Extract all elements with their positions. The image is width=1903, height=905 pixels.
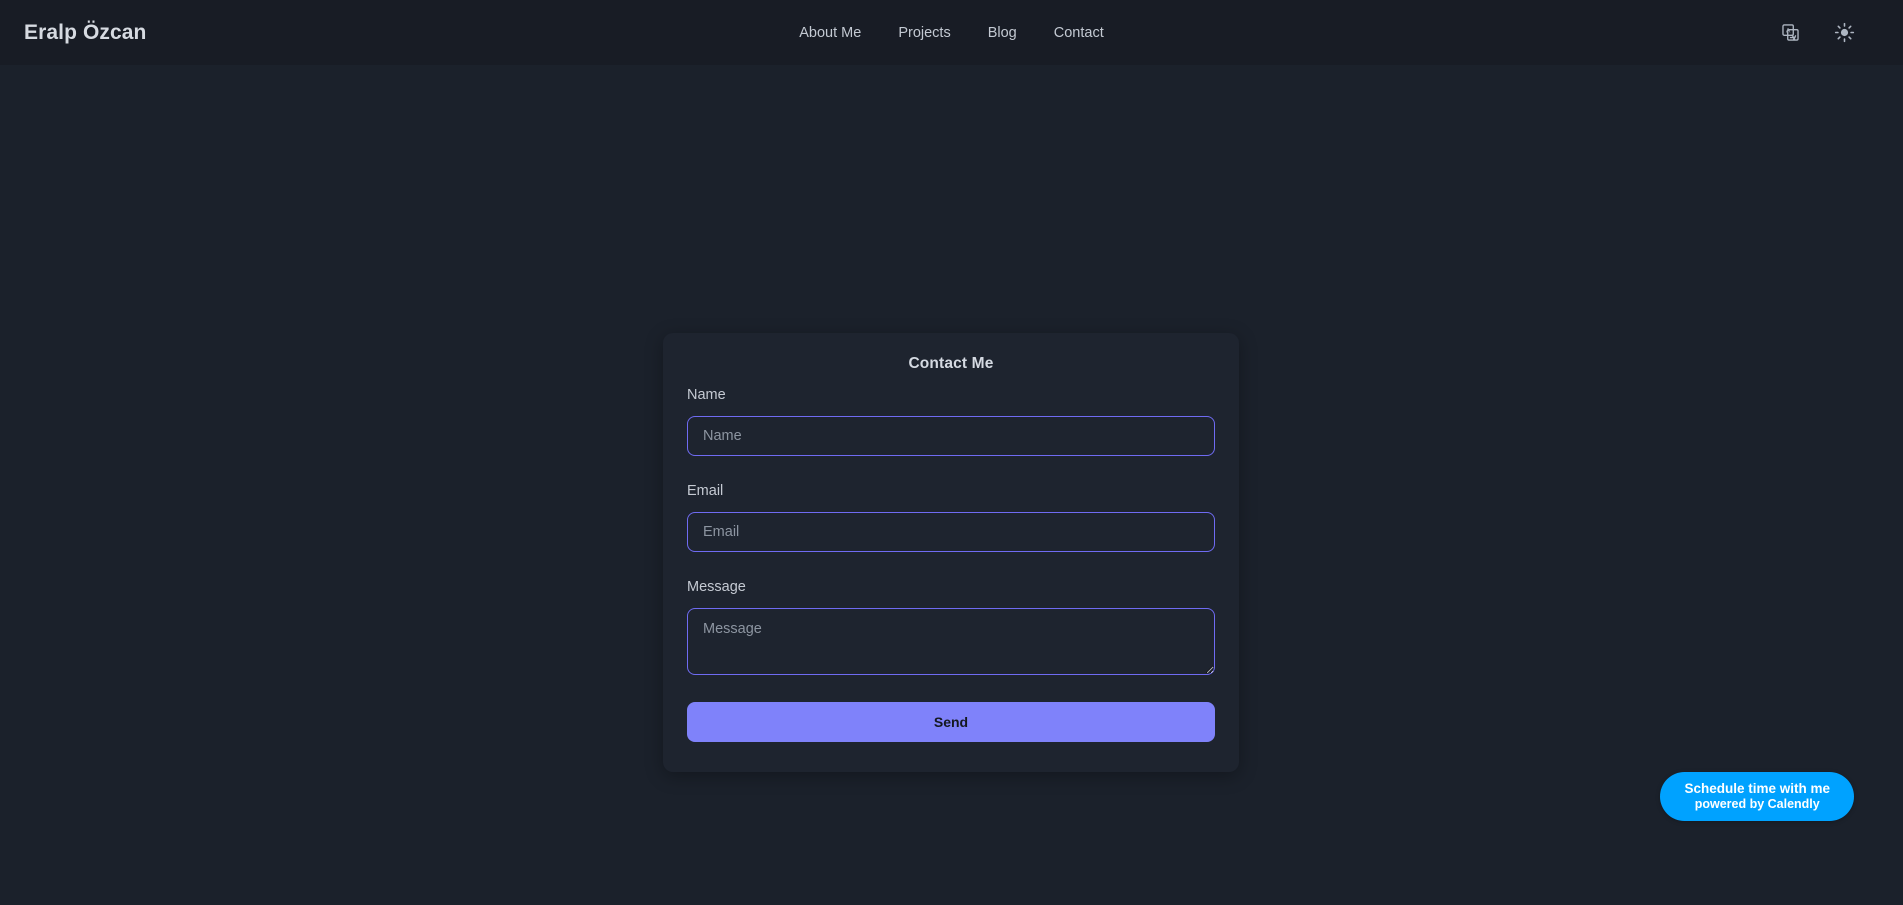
sun-icon: [1834, 22, 1855, 43]
contact-form-title: Contact Me: [687, 355, 1215, 373]
brand-logo[interactable]: Eralp Özcan: [24, 21, 146, 45]
primary-nav: About Me Projects Blog Contact: [799, 0, 1103, 65]
calendly-secondary-text: powered by Calendly: [1684, 797, 1830, 812]
theme-toggle-button[interactable]: [1831, 20, 1857, 46]
email-field-label: Email: [687, 483, 1215, 499]
name-input[interactable]: [687, 416, 1215, 456]
contact-form-card: Contact Me Name Email Message Send: [663, 333, 1239, 772]
send-button[interactable]: Send: [687, 702, 1215, 742]
calendly-primary-text: Schedule time with me: [1684, 781, 1830, 797]
message-textarea[interactable]: [687, 608, 1215, 675]
message-field-label: Message: [687, 579, 1215, 595]
nav-link-blog[interactable]: Blog: [988, 25, 1017, 41]
nav-link-projects[interactable]: Projects: [898, 25, 950, 41]
nav-link-about-me[interactable]: About Me: [799, 25, 861, 41]
site-header: Eralp Özcan About Me Projects Blog Conta…: [0, 0, 1903, 65]
email-input[interactable]: [687, 512, 1215, 552]
name-field-label: Name: [687, 387, 1215, 403]
main-content: Contact Me Name Email Message Send Sched…: [0, 65, 1903, 905]
translate-icon: A: [1781, 23, 1800, 42]
nav-link-contact[interactable]: Contact: [1054, 25, 1104, 41]
calendly-schedule-badge[interactable]: Schedule time with me powered by Calendl…: [1660, 772, 1854, 821]
language-toggle-button[interactable]: A: [1777, 20, 1803, 46]
header-actions: A: [1777, 20, 1879, 46]
